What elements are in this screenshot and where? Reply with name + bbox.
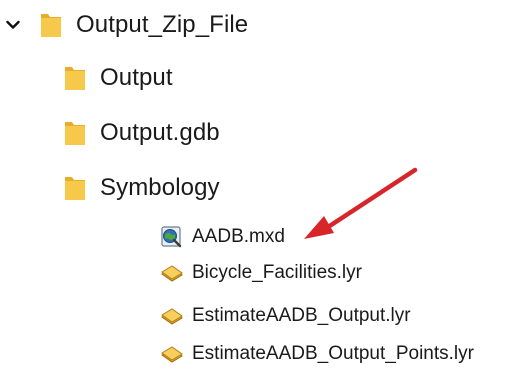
tree-item-output[interactable]: Output	[64, 60, 173, 96]
tree-item-output-gdb[interactable]: Output.gdb	[64, 115, 220, 151]
tree-item-label: Symbology	[100, 174, 220, 201]
tree-item-symbology[interactable]: Symbology	[64, 170, 220, 206]
layer-file-icon	[160, 305, 184, 327]
tree-item-label: Bicycle_Facilities.lyr	[192, 262, 362, 283]
tree-item-root[interactable]: Output_Zip_File	[2, 7, 248, 43]
tree-item-label: Output	[100, 64, 173, 91]
tree-item-aadb-mxd[interactable]: AADB.mxd	[160, 223, 285, 251]
folder-icon	[64, 174, 86, 202]
folder-icon	[64, 64, 86, 92]
tree-item-estimateaadb-output-points[interactable]: EstimateAADB_Output_Points.lyr	[160, 340, 474, 368]
arcmap-document-icon	[160, 226, 184, 248]
folder-icon	[40, 11, 62, 39]
tree-item-label: AADB.mxd	[192, 226, 285, 247]
tree-item-label: EstimateAADB_Output.lyr	[192, 305, 411, 326]
tree-item-label: Output_Zip_File	[76, 11, 249, 38]
layer-file-icon	[160, 262, 184, 284]
tree-item-label: Output.gdb	[100, 119, 220, 146]
tree-item-label: EstimateAADB_Output_Points.lyr	[192, 343, 474, 364]
tree-item-bicycle-facilities[interactable]: Bicycle_Facilities.lyr	[160, 259, 362, 287]
layer-file-icon	[160, 343, 184, 365]
chevron-down-icon[interactable]	[2, 14, 24, 36]
folder-icon	[64, 119, 86, 147]
tree-item-estimateaadb-output[interactable]: EstimateAADB_Output.lyr	[160, 302, 411, 330]
